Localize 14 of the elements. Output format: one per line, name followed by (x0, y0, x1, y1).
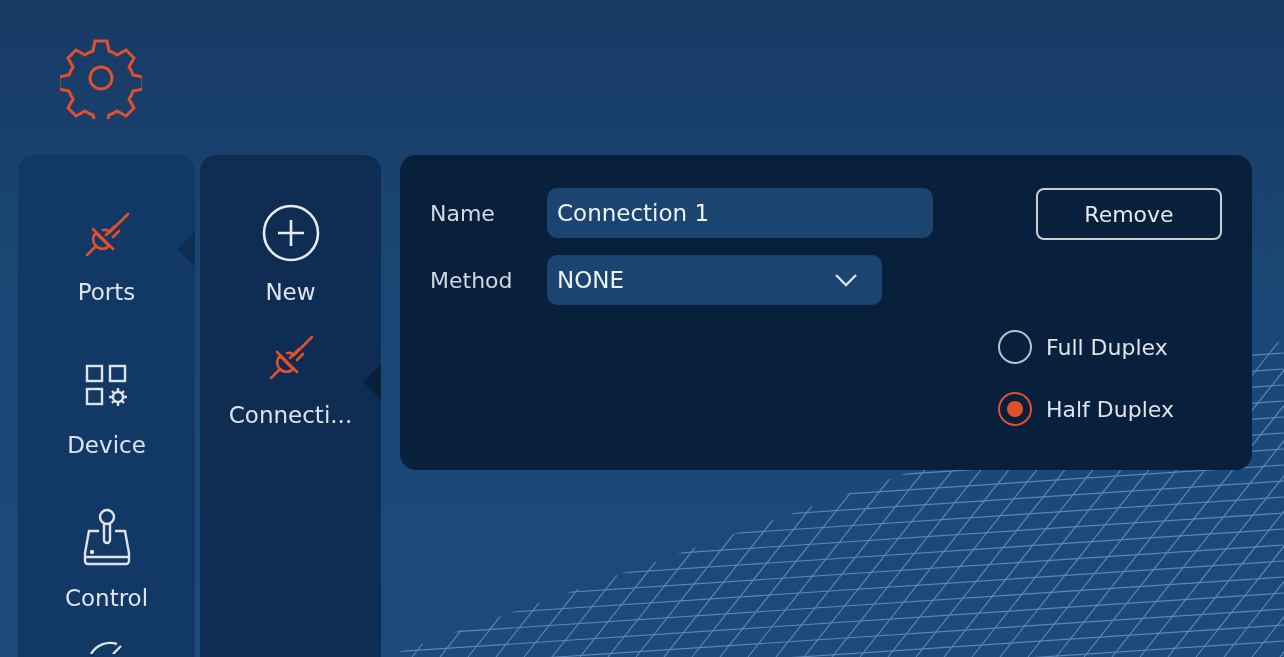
chevron-down-icon (834, 273, 858, 287)
sidebar-item[interactable]: Device (18, 354, 195, 507)
settings-icon[interactable] (60, 37, 142, 119)
name-field[interactable]: Connection 1 (547, 188, 933, 238)
sidebar-item[interactable]: Control (18, 507, 195, 657)
radio-option[interactable]: Half Duplex (998, 392, 1174, 426)
field-label: Name (430, 200, 496, 226)
radio-button[interactable] (998, 392, 1032, 426)
selection-pointer (363, 364, 381, 400)
field-label: Method (430, 267, 514, 293)
radio-option[interactable]: Full Duplex (998, 330, 1174, 364)
method-dropdown[interactable]: NONE (547, 255, 882, 305)
remove-button[interactable]: Remove (1036, 188, 1222, 240)
radio-button[interactable] (998, 330, 1032, 364)
